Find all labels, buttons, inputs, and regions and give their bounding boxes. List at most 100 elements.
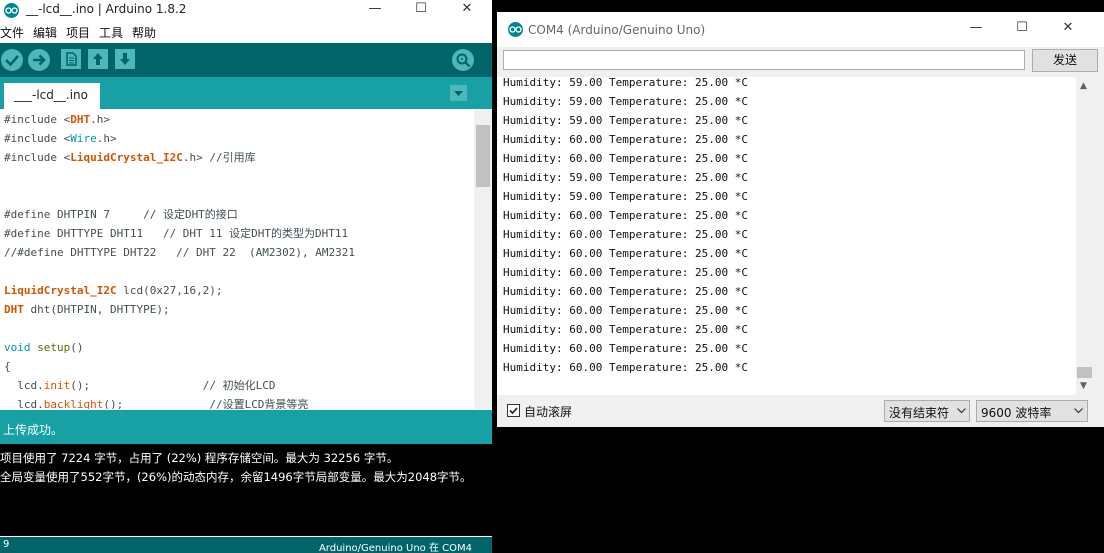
magnifier-icon: [456, 53, 471, 68]
code-token: .h>: [90, 113, 110, 126]
code-line: //#define DHTTYPE DHT22 // DHT 22 (AM230…: [4, 243, 355, 262]
editor-scrollbar[interactable]: [474, 109, 492, 409]
code-token: lcd(0x27,16,2);: [116, 284, 223, 297]
maximize-icon[interactable]: ☐: [398, 0, 444, 21]
code-token: (): [70, 341, 84, 354]
code-token: (); //设置LCD背景等亮: [103, 398, 309, 409]
code-line: #define DHTTYPE DHT11 // DHT 11 设定DHT的类型…: [4, 224, 348, 243]
menu-edit[interactable]: 编辑: [33, 24, 57, 41]
serial-output-line: Humidity: 59.00 Temperature: 25.00 *C: [503, 77, 749, 89]
tab-menu-button[interactable]: [450, 85, 467, 101]
serial-output-line: Humidity: 60.00 Temperature: 25.00 *C: [503, 228, 749, 241]
code-line: #include <LiquidCrystal_I2C.h> //引用库: [4, 148, 256, 167]
ide-menu-bar: 文件 编辑 项目 工具 帮助: [0, 21, 492, 42]
ide-toolbar: [0, 43, 492, 77]
serial-output-line: Humidity: 60.00 Temperature: 25.00 *C: [503, 152, 749, 165]
serial-scrollbar[interactable]: ▲ ▼: [1076, 77, 1093, 395]
menu-tools[interactable]: 工具: [99, 24, 123, 41]
footer-board-port: Arduino/Genuino Uno 在 COM4: [318, 543, 472, 553]
verify-button[interactable]: [1, 49, 23, 71]
upload-button[interactable]: [28, 49, 50, 71]
ide-status-bar: 上传成功。: [0, 410, 492, 444]
baud-rate-value: 9600 波特率: [981, 406, 1052, 420]
menu-file[interactable]: 文件: [0, 24, 24, 41]
arrow-up-icon: [93, 53, 103, 65]
serial-output-line: Humidity: 59.00 Temperature: 25.00 *C: [503, 190, 749, 203]
ide-footer: 9 Arduino/Genuino Uno 在 COM4: [0, 537, 492, 553]
console-line: 项目使用了 7224 字节，占用了 (22%) 程序存储空间。最大为 32256…: [0, 451, 399, 465]
send-button[interactable]: 发送: [1032, 49, 1098, 72]
serial-output-line: Humidity: 60.00 Temperature: 25.00 *C: [503, 361, 749, 374]
serial-send-input[interactable]: [503, 50, 1025, 70]
code-line: lcd.init(); // 初始化LCD: [4, 376, 275, 395]
minimize-icon[interactable]: —: [352, 0, 398, 21]
serial-output-line: Humidity: 60.00 Temperature: 25.00 *C: [503, 266, 749, 279]
maximize-icon[interactable]: ☐: [999, 19, 1045, 40]
tab-sketch[interactable]: ___-lcd__.ino: [4, 83, 100, 109]
code-token: lcd.: [4, 379, 44, 392]
footer-line-number: 9: [3, 539, 10, 550]
code-line: lcd.backlight(); //设置LCD背景等亮: [4, 395, 308, 409]
code-token: .h> //引用库: [182, 151, 256, 164]
serial-output-line: Humidity: 60.00 Temperature: 25.00 *C: [503, 323, 749, 336]
code-token: LiquidCrystal_I2C: [4, 284, 117, 297]
save-button[interactable]: [115, 49, 135, 69]
serial-output: Humidity: 59.00 Temperature: 25.00 *C Hum…: [497, 77, 1076, 395]
ide-tab-bar: ___-lcd__.ino: [0, 77, 492, 109]
scroll-down-icon[interactable]: ▼: [1080, 381, 1087, 391]
menu-help[interactable]: 帮助: [132, 24, 156, 41]
arduino-logo-icon: [4, 3, 19, 18]
ide-console: 项目使用了 7224 字节，占用了 (22%) 程序存储空间。最大为 32256…: [0, 444, 492, 536]
autoscroll-checkbox[interactable]: [507, 404, 520, 417]
code-token: #define DHTTYPE DHT11 // DHT 11 设定DHT的类型…: [4, 227, 349, 240]
arrow-down-icon: [120, 53, 130, 65]
close-icon[interactable]: ✕: [444, 0, 490, 21]
code-token: //#define DHTTYPE DHT22 // DHT 22 (AM230…: [4, 246, 355, 259]
serial-output-line: Humidity: 59.00 Temperature: 25.00 *C: [503, 114, 749, 127]
file-icon: [66, 52, 77, 66]
code-token: DHT: [70, 113, 91, 126]
serial-window-title: COM4 (Arduino/Genuino Uno): [528, 23, 706, 37]
code-token: Wire: [70, 132, 97, 145]
ide-window-title: __-lcd__.ino | Arduino 1.8.2: [26, 2, 187, 16]
close-icon[interactable]: ✕: [1045, 19, 1091, 40]
open-button[interactable]: [88, 49, 108, 69]
code-editor[interactable]: #include <DHT.h> #include <Wire.h> #includ…: [0, 109, 474, 409]
new-button[interactable]: [61, 49, 81, 69]
serial-scrollbar-thumb[interactable]: [1077, 367, 1092, 378]
code-token: #include <: [4, 151, 71, 164]
editor-scrollbar-thumb[interactable]: [476, 125, 490, 187]
serial-output-line: Humidity: 59.00 Temperature: 25.00 *C: [503, 171, 749, 184]
code-token: init: [43, 379, 71, 392]
autoscroll-label: 自动滚屏: [524, 405, 573, 419]
serial-monitor-button[interactable]: [452, 49, 474, 71]
code-token: DHT: [4, 303, 24, 316]
chevron-down-icon: [957, 408, 966, 414]
code-token: setup: [37, 341, 71, 354]
code-token: #define DHTPIN 7 // 设定DHT的接口: [4, 208, 238, 221]
menu-sketch[interactable]: 项目: [66, 24, 90, 41]
code-token: {: [4, 360, 11, 373]
ide-title-bar: __-lcd__.ino | Arduino 1.8.2 — ☐ ✕: [0, 0, 492, 21]
ide-window: __-lcd__.ino | Arduino 1.8.2 — ☐ ✕ 文件 编辑…: [0, 0, 492, 553]
code-token: void: [4, 341, 31, 354]
code-token: (); // 初始化LCD: [70, 379, 276, 392]
code-token: backlight: [43, 398, 104, 409]
code-line: {: [4, 357, 11, 376]
code-token: lcd.: [4, 398, 44, 409]
code-token: #include <: [4, 113, 71, 126]
code-line: DHT dht(DHTPIN, DHTTYPE);: [4, 300, 170, 319]
serial-output-line: Humidity: 60.00 Temperature: 25.00 *C: [503, 342, 749, 355]
arrow-right-icon: [33, 54, 46, 66]
triangle-down-icon: [454, 91, 463, 96]
line-ending-value: 没有结束符: [889, 406, 950, 420]
minimize-icon[interactable]: —: [953, 19, 999, 40]
code-token: #include <: [4, 132, 71, 145]
serial-title-bar: COM4 (Arduino/Genuino Uno) — ☐ ✕: [497, 12, 1104, 47]
code-line: LiquidCrystal_I2C lcd(0x27,16,2);: [4, 281, 223, 300]
code-token: .h>: [96, 132, 117, 145]
line-ending-select[interactable]: 没有结束符: [884, 400, 970, 422]
serial-monitor-window: COM4 (Arduino/Genuino Uno) — ☐ ✕ 发送 Humi…: [497, 12, 1104, 427]
baud-rate-select[interactable]: 9600 波特率: [976, 400, 1088, 422]
scroll-up-icon[interactable]: ▲: [1080, 81, 1087, 91]
